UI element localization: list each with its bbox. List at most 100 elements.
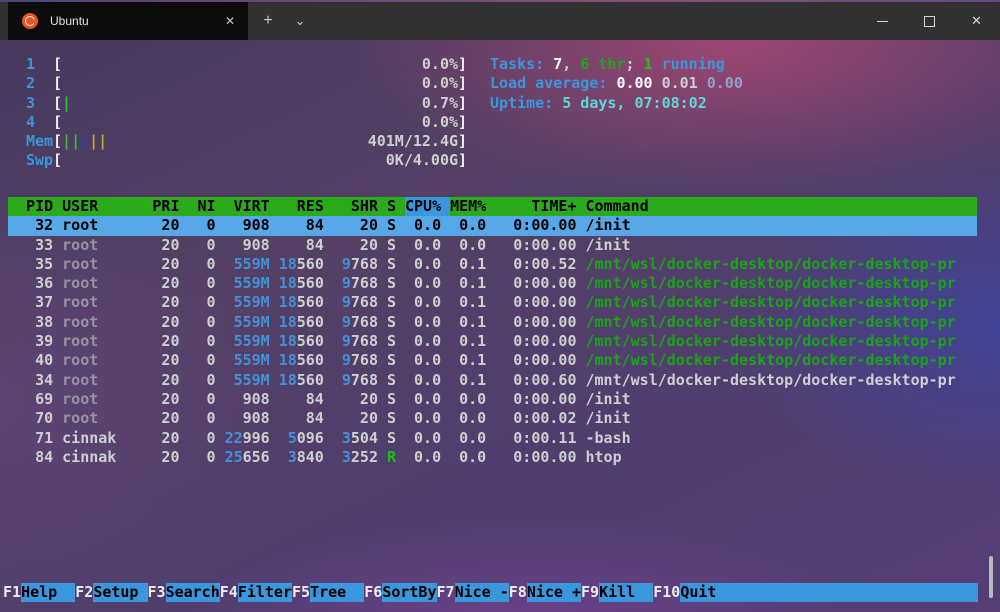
column-header-user[interactable]: USER	[62, 197, 143, 216]
titlebar[interactable]: Ubuntu ✕ + ⌄ ✕	[0, 2, 1000, 40]
cell-cmd: /mnt/wsl/docker-desktop/docker-desktop-p…	[585, 255, 955, 274]
cell-virt: 559M	[225, 255, 270, 274]
cell-s: S	[387, 429, 396, 448]
cell-ni: 0	[188, 429, 215, 448]
cell-s: S	[387, 409, 396, 428]
scrollbar-thumb[interactable]	[989, 556, 993, 598]
column-header-time[interactable]: TIME+	[495, 197, 576, 216]
terminal-content[interactable]: 1[0.0%]2[0.0%]3[0.7%|]4[0.0%]Mem[401M/12…	[0, 40, 1000, 612]
cell-virt: 908	[225, 216, 270, 235]
cell-cmd: /init	[585, 390, 630, 409]
column-header-pid[interactable]: PID	[8, 197, 53, 216]
process-row-pid-35[interactable]: 35root200559M185609768S0.00.10:00.52/mnt…	[8, 255, 977, 274]
summary-tasks: Tasks: 7, 6 thr; 1 running	[490, 55, 743, 74]
fkey-f5-tree[interactable]: F5Tree	[292, 583, 364, 602]
tab-ubuntu[interactable]: Ubuntu ✕	[8, 2, 248, 40]
fkey-f9-kill[interactable]: F9Kill	[581, 583, 653, 602]
cell-user: cinnak	[62, 429, 143, 448]
cell-user: root	[62, 216, 143, 235]
chevron-down-icon[interactable]: ⌄	[288, 9, 312, 33]
cell-pid: 35	[8, 255, 53, 274]
fkey-f10-quit[interactable]: F10Quit	[653, 583, 978, 602]
cell-user: root	[62, 255, 143, 274]
column-header-virt[interactable]: VIRT	[225, 197, 270, 216]
new-tab-button[interactable]: +	[256, 9, 280, 33]
tab-close-icon[interactable]: ✕	[218, 9, 242, 33]
cell-mem: 0.1	[450, 274, 486, 293]
cell-user: root	[62, 313, 143, 332]
cell-pid: 32	[8, 216, 53, 235]
cell-cmd: -bash	[585, 429, 630, 448]
cell-virt: 559M	[225, 293, 270, 312]
process-row-pid-36[interactable]: 36root200559M185609768S0.00.10:00.00/mnt…	[8, 274, 977, 293]
cell-virt: 559M	[225, 371, 270, 390]
cell-cpu: 0.0	[405, 236, 441, 255]
cell-s: R	[387, 448, 396, 467]
process-row-pid-34[interactable]: 34root200559M185609768S0.00.10:00.60/mnt…	[8, 371, 977, 390]
cell-mem: 0.0	[450, 429, 486, 448]
close-button[interactable]: ✕	[953, 2, 1000, 40]
cell-cpu: 0.0	[405, 390, 441, 409]
process-row-pid-40[interactable]: 40root200559M185609768S0.00.10:00.00/mnt…	[8, 351, 977, 370]
cell-s: S	[387, 390, 396, 409]
cell-pid: 40	[8, 351, 53, 370]
process-row-pid-33[interactable]: 33root2009088420S0.00.00:00.00/init	[8, 236, 977, 255]
column-header-shr[interactable]: SHR	[333, 197, 378, 216]
column-header-cmd[interactable]: Command	[585, 197, 648, 216]
process-row-pid-84[interactable]: 84cinnak2002565638403252R0.00.00:00.00ht…	[8, 448, 977, 467]
column-header-mem[interactable]: MEM%	[450, 197, 486, 216]
cell-shr: 9768	[333, 313, 378, 332]
column-header-res[interactable]: RES	[279, 197, 324, 216]
cell-mem: 0.0	[450, 448, 486, 467]
cell-shr: 3504	[333, 429, 378, 448]
cell-mem: 0.1	[450, 351, 486, 370]
cell-virt: 908	[225, 236, 270, 255]
minimize-button[interactable]	[859, 2, 906, 40]
column-header-ni[interactable]: NI	[188, 197, 215, 216]
cell-pri: 20	[152, 409, 179, 428]
cell-user: root	[62, 293, 143, 312]
process-row-pid-39[interactable]: 39root200559M185609768S0.00.10:00.00/mnt…	[8, 332, 977, 351]
fkey-f8-nice+[interactable]: F8Nice +	[509, 583, 581, 602]
fkey-f6-sortby[interactable]: F6SortBy	[364, 583, 436, 602]
process-row-pid-38[interactable]: 38root200559M185609768S0.00.10:00.00/mnt…	[8, 313, 977, 332]
process-row-pid-32[interactable]: 32root2009088420S0.00.00:00.00/init	[8, 216, 977, 235]
maximize-button[interactable]	[906, 2, 953, 40]
cell-cpu: 0.0	[405, 293, 441, 312]
cell-res: 18560	[279, 371, 324, 390]
column-header-pri[interactable]: PRI	[152, 197, 179, 216]
cell-mem: 0.0	[450, 409, 486, 428]
fkey-f2-setup[interactable]: F2Setup	[75, 583, 147, 602]
process-table-header[interactable]: PID USER PRI NI VIRT RES SHR S CPU%MEM% TIME+ Comm…	[8, 197, 977, 216]
cell-virt: 22996	[225, 429, 270, 448]
maximize-icon	[924, 16, 935, 27]
column-header-s[interactable]: S	[387, 197, 396, 216]
fkey-f7-nice-[interactable]: F7Nice -	[437, 583, 509, 602]
cell-time: 0:00.00	[495, 448, 576, 467]
cell-shr: 20	[333, 409, 378, 428]
fkey-f4-filter[interactable]: F4Filter	[220, 583, 292, 602]
column-header-cpu[interactable]: CPU%	[405, 197, 450, 216]
cell-pid: 70	[8, 409, 53, 428]
cell-res: 18560	[279, 255, 324, 274]
fkey-f3-search[interactable]: F3Search	[148, 583, 220, 602]
process-row-pid-37[interactable]: 37root200559M185609768S0.00.10:00.00/mnt…	[8, 293, 977, 312]
cell-shr: 9768	[333, 274, 378, 293]
cell-shr: 9768	[333, 255, 378, 274]
cell-pri: 20	[152, 216, 179, 235]
process-row-pid-70[interactable]: 70root2009088420S0.00.00:00.02/init	[8, 409, 977, 428]
cell-res: 84	[279, 390, 324, 409]
cell-s: S	[387, 236, 396, 255]
cell-shr: 9768	[333, 293, 378, 312]
process-row-pid-69[interactable]: 69root2009088420S0.00.00:00.00/init	[8, 390, 977, 409]
cell-res: 18560	[279, 351, 324, 370]
minimize-icon	[877, 21, 888, 22]
cell-mem: 0.1	[450, 313, 486, 332]
cell-ni: 0	[188, 351, 215, 370]
cell-pri: 20	[152, 274, 179, 293]
cell-ni: 0	[188, 313, 215, 332]
cell-time: 0:00.00	[495, 293, 576, 312]
cell-user: root	[62, 332, 143, 351]
process-row-pid-71[interactable]: 71cinnak2002299650963504S0.00.00:00.11-b…	[8, 429, 977, 448]
fkey-f1-help[interactable]: F1Help	[3, 583, 75, 602]
